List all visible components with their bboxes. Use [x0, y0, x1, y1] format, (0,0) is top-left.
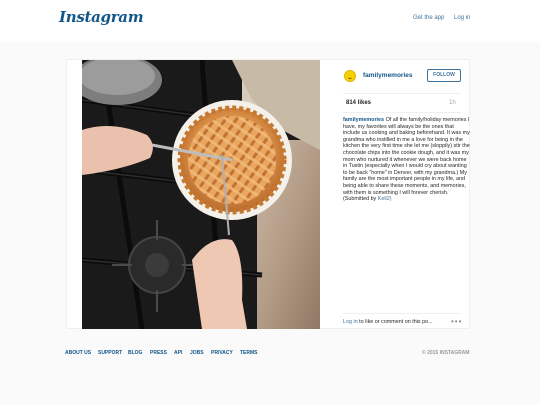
login-to-comment-link[interactable]: Log in — [343, 319, 358, 325]
like-count[interactable]: 814 likes — [346, 100, 371, 106]
top-navigation-bar: Instagram Get the app Log in — [0, 0, 540, 42]
get-the-app-link[interactable]: Get the app — [413, 15, 444, 21]
login-to-comment: Log in to like or comment on this po... — [343, 319, 433, 325]
instagram-logo[interactable]: Instagram — [59, 8, 144, 26]
post-photo[interactable] — [82, 60, 320, 329]
footer-link-jobs[interactable]: JOBS — [190, 350, 204, 356]
post-username[interactable]: familymemories — [363, 72, 413, 79]
caption-mention-link[interactable]: Keli2) — [378, 196, 392, 202]
footer-link-api[interactable]: API — [174, 350, 182, 356]
caption-text: Of all the family/holiday memories I hav… — [343, 117, 470, 203]
caption-username[interactable]: familymemories — [343, 117, 384, 123]
follow-button[interactable]: FOLLOW — [427, 69, 461, 82]
post-caption: familymemories Of all the family/holiday… — [343, 117, 470, 203]
more-options-icon[interactable]: ••• — [451, 317, 462, 326]
footer-link-support[interactable]: SUPPORT — [98, 350, 122, 356]
comment-divider — [343, 313, 461, 314]
login-link[interactable]: Log in — [454, 15, 470, 21]
post-age[interactable]: 1h — [449, 100, 456, 106]
copyright-text: © 2015 INSTAGRAM — [422, 350, 470, 356]
footer-link-about-us[interactable]: ABOUT US — [65, 350, 91, 356]
pie-photo-image — [82, 60, 320, 329]
user-avatar[interactable] — [344, 70, 356, 82]
footer-link-terms[interactable]: TERMS — [240, 350, 258, 356]
footer-link-privacy[interactable]: PRIVACY — [211, 350, 233, 356]
header-divider — [343, 93, 461, 94]
footer-link-press[interactable]: PRESS — [150, 350, 167, 356]
footer-link-blog[interactable]: BLOG — [128, 350, 142, 356]
likes-divider — [343, 112, 461, 113]
login-to-comment-text: to like or comment on this po... — [357, 319, 433, 325]
